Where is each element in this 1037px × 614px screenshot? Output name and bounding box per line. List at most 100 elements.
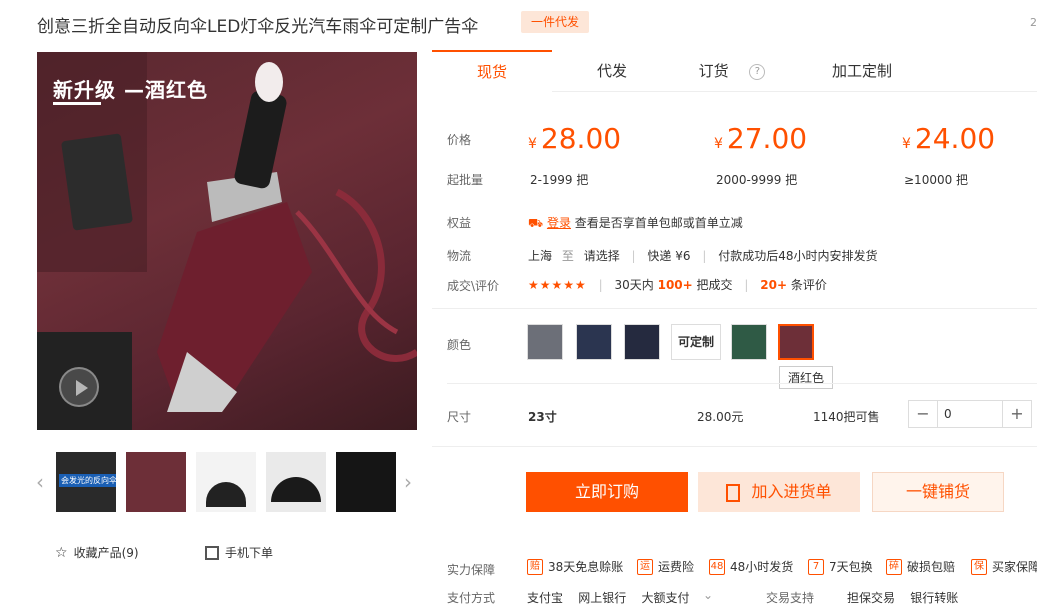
star-outline-icon: ☆ bbox=[55, 544, 68, 561]
currency-symbol: ¥ bbox=[714, 136, 723, 152]
mobile-order-label: 手机下单 bbox=[225, 546, 274, 560]
thumbnail-3[interactable] bbox=[196, 452, 256, 512]
thumb-caption: 会发光的反向伞 bbox=[59, 474, 116, 487]
caption-underline bbox=[53, 102, 101, 105]
review-count[interactable]: 20+ bbox=[760, 278, 787, 292]
chevron-down-icon[interactable]: ⌄ bbox=[703, 588, 713, 602]
thumb-next-icon[interactable]: › bbox=[404, 470, 412, 494]
guarantee-7day[interactable]: 7 7天包换 bbox=[808, 558, 873, 575]
credit-icon: 赔 bbox=[527, 558, 543, 575]
trade-support-label: 交易支持 bbox=[766, 591, 815, 605]
divider: | bbox=[598, 278, 603, 292]
color-swatch-navy[interactable] bbox=[576, 324, 612, 360]
damage-icon: 碎 bbox=[886, 558, 902, 575]
guarantee-buyer[interactable]: 保买家保障 bbox=[971, 558, 1037, 575]
rating-stars-icon: ★★★★★ bbox=[528, 278, 587, 292]
logistics-row: 上海 至 请选择 | 快递 ¥6 | 付款成功后48小时内安排发货 bbox=[528, 247, 877, 264]
divider-line bbox=[432, 446, 1037, 447]
price-value: 28.00 bbox=[540, 122, 622, 155]
guarantee-shipping-insurance[interactable]: 运运费险 bbox=[637, 558, 694, 575]
thumbnail-2[interactable] bbox=[126, 452, 186, 512]
main-product-image[interactable]: 新升级 —酒红色 bbox=[37, 52, 417, 430]
currency-symbol: ¥ bbox=[528, 136, 537, 152]
reviews-label: 成交\评价 bbox=[447, 279, 500, 293]
guarantee-credit[interactable]: 赔 38天免息赊账 bbox=[527, 558, 623, 575]
tab-order-label: 订货 bbox=[698, 62, 729, 80]
guarantee-text: 破损包赔 bbox=[907, 560, 956, 574]
dispatch-note: 付款成功后48小时内安排发货 bbox=[718, 249, 878, 263]
thumb-prev-icon[interactable]: ‹ bbox=[36, 470, 44, 494]
reviews-row: ★★★★★ | 30天内 100+ 把成交 | 20+ 条评价 bbox=[528, 276, 827, 293]
help-icon[interactable]: ? bbox=[749, 63, 766, 80]
divider-line bbox=[432, 308, 1037, 309]
color-swatch-custom[interactable]: 可定制 bbox=[671, 324, 721, 360]
sales-prefix: 30天内 bbox=[614, 278, 654, 292]
price-tier-2: ¥27.00 bbox=[714, 122, 807, 155]
thumbnail-1[interactable]: 会发光的反向伞 bbox=[56, 452, 116, 512]
increment-button[interactable]: + bbox=[1003, 401, 1031, 427]
color-swatch-dark-blue[interactable] bbox=[624, 324, 660, 360]
guarantee-48h[interactable]: 48 48小时发货 bbox=[709, 558, 793, 575]
gift-icon: ⛟ bbox=[528, 216, 544, 230]
divider: | bbox=[744, 278, 749, 292]
size-value: 23寸 bbox=[528, 410, 557, 424]
divider: | bbox=[702, 249, 707, 263]
benefits-row: ⛟ 登录 查看是否享首单包邮或首单立减 bbox=[528, 214, 743, 232]
tab-order[interactable]: 订货 ? bbox=[682, 50, 782, 92]
shield-icon: 保 bbox=[971, 558, 987, 575]
divider-line bbox=[447, 383, 1037, 384]
thumbnail-4[interactable] bbox=[266, 452, 326, 512]
edge-text: 2 bbox=[1030, 16, 1037, 29]
color-swatch-gray[interactable] bbox=[527, 324, 563, 360]
order-now-button[interactable]: 立即订购 bbox=[526, 472, 688, 512]
price-label: 价格 bbox=[447, 133, 472, 147]
destination-select[interactable]: 请选择 bbox=[584, 249, 620, 263]
clock-48-icon: 48 bbox=[709, 558, 725, 575]
price-tier-1: ¥28.00 bbox=[528, 122, 621, 155]
price-value: 27.00 bbox=[726, 122, 808, 155]
guarantee-text: 7天包换 bbox=[829, 560, 873, 574]
review-suffix[interactable]: 条评价 bbox=[791, 278, 827, 292]
price-tier-3: ¥24.00 bbox=[902, 122, 995, 155]
min-qty-tier-3: ≥10000 把 bbox=[904, 173, 969, 187]
login-link[interactable]: 登录 bbox=[547, 216, 571, 230]
seven-day-icon: 7 bbox=[808, 558, 824, 575]
play-video-icon[interactable] bbox=[59, 367, 99, 407]
color-swatch-green[interactable] bbox=[731, 324, 767, 360]
dropship-badge[interactable]: 一件代发 bbox=[521, 11, 589, 33]
shipping-icon: 运 bbox=[637, 558, 653, 575]
add-to-cart-button[interactable]: 加入进货单 bbox=[698, 472, 860, 512]
one-click-list-button[interactable]: 一键铺货 bbox=[872, 472, 1004, 512]
thumb-umbrella-shape bbox=[271, 477, 321, 502]
benefits-label: 权益 bbox=[447, 216, 472, 230]
express-fee: 快递 ¥6 bbox=[647, 249, 691, 263]
color-label: 颜色 bbox=[447, 338, 472, 352]
tab-in-stock[interactable]: 现货 bbox=[432, 50, 552, 92]
payment-methods: 支付宝 网上银行 大额支付 bbox=[527, 591, 690, 605]
currency-symbol: ¥ bbox=[902, 136, 911, 152]
color-swatch-wine-selected[interactable] bbox=[778, 324, 814, 360]
quantity-input[interactable]: 0 bbox=[937, 401, 1003, 427]
favorite-button[interactable]: ☆ 收藏产品(9) bbox=[55, 544, 139, 561]
guarantee-text: 运费险 bbox=[658, 560, 695, 574]
product-title: 创意三折全自动反向伞LED灯伞反光汽车雨伞可定制广告伞 bbox=[37, 17, 479, 37]
guarantee-damage[interactable]: 碎破损包赔 bbox=[886, 558, 955, 575]
size-price: 28.00元 bbox=[697, 410, 744, 424]
min-qty-tier-1: 2-1999 把 bbox=[530, 173, 589, 187]
ship-from: 上海 bbox=[528, 249, 553, 263]
payment-label: 支付方式 bbox=[447, 591, 496, 605]
color-tooltip: 酒红色 bbox=[779, 366, 834, 389]
logistics-label: 物流 bbox=[447, 249, 472, 263]
min-qty-label: 起批量 bbox=[447, 173, 484, 187]
add-to-cart-label: 加入进货单 bbox=[751, 482, 832, 501]
thumbnail-5[interactable] bbox=[336, 452, 396, 512]
mobile-order-button[interactable]: 手机下单 bbox=[205, 544, 273, 561]
guarantee-label: 实力保障 bbox=[447, 563, 496, 577]
clipboard-icon bbox=[726, 483, 741, 502]
size-stock: 1140把可售 bbox=[813, 410, 880, 424]
decrement-button[interactable]: − bbox=[909, 401, 937, 427]
min-qty-tier-2: 2000-9999 把 bbox=[716, 173, 798, 187]
tab-dropship[interactable]: 代发 bbox=[552, 50, 672, 92]
tab-custom-processing[interactable]: 加工定制 bbox=[812, 50, 912, 92]
qrcode-icon bbox=[205, 545, 219, 560]
